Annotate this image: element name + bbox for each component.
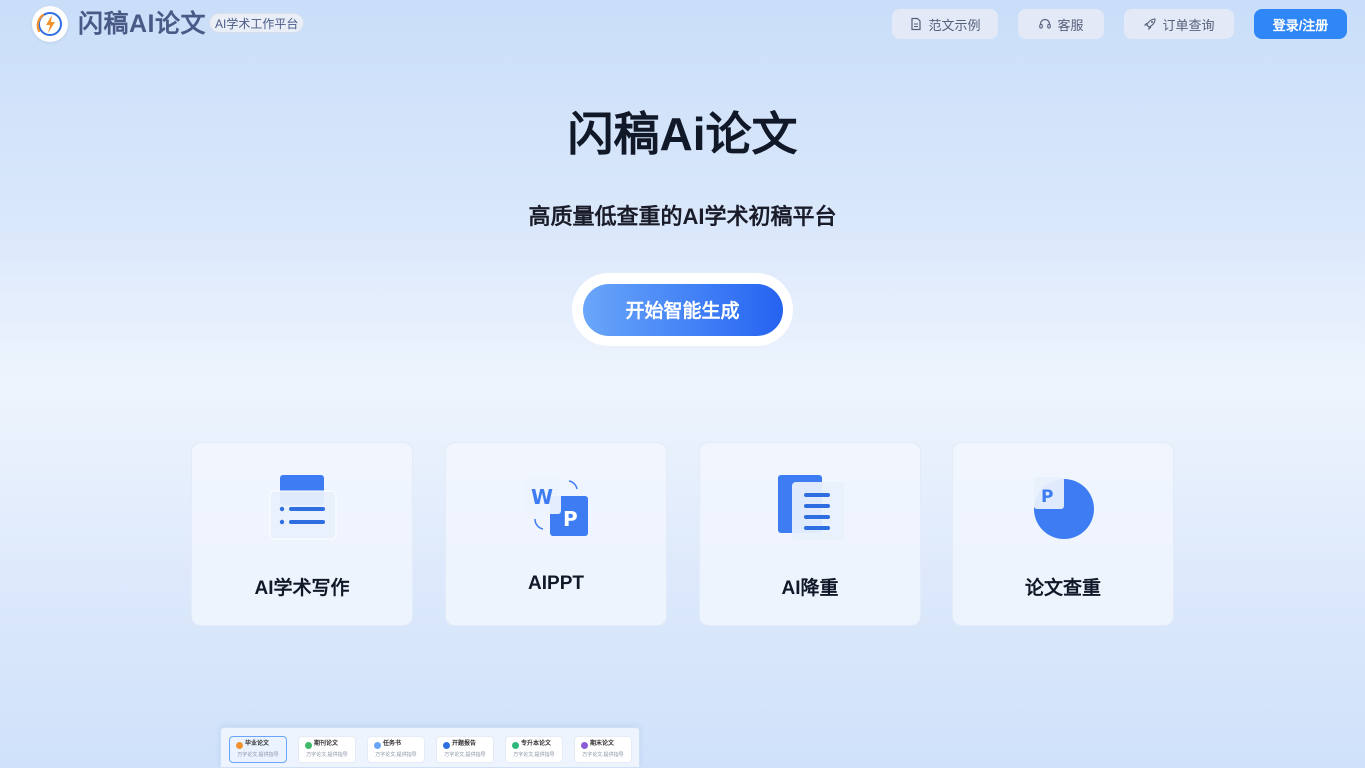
paper-type-title: 开题报告	[452, 741, 477, 747]
feature-card-label: 论文查重	[1024, 578, 1101, 599]
paper-type-title: 毕业论文	[245, 741, 270, 747]
cta-wrapper: 开始智能生成	[572, 273, 793, 346]
paper-type-chip[interactable]: 专升本论文 万字论文,提供指导	[505, 736, 563, 763]
feature-card-aippt[interactable]: P W AIPPT	[445, 442, 667, 626]
feature-card-ai-rewrite[interactable]: AI降重	[699, 442, 921, 626]
hero-title: 闪稿Ai论文	[567, 108, 798, 160]
hero-subtitle: 高质量低查重的AI学术初稿平台	[528, 204, 837, 229]
platform-badge: AI学术工作平台	[209, 13, 305, 33]
nav-label: 订单查询	[1162, 17, 1215, 33]
feature-card-label: AI降重	[781, 578, 839, 599]
writing-doc-icon	[269, 475, 337, 540]
nav-label: 范文示例	[928, 17, 981, 33]
nav-support-button[interactable]: 客服	[1018, 9, 1104, 39]
svg-text:W: W	[531, 485, 553, 509]
paper-type-dot-icon	[581, 742, 588, 749]
paper-type-sub: 万字论文,提供指导	[444, 752, 486, 758]
paper-type-dot-icon	[305, 742, 312, 749]
feature-card-label: AIPPT	[528, 573, 584, 594]
paper-type-dot-icon	[443, 742, 450, 749]
rocket-icon	[1144, 18, 1157, 31]
paper-type-title: 任务书	[383, 741, 402, 747]
feature-card-ai-writing[interactable]: AI学术写作	[191, 442, 413, 626]
paper-type-title: 专升本论文	[521, 741, 552, 747]
paper-type-chip[interactable]: 期刊论文 万字论文,提供指导	[298, 736, 356, 763]
paper-type-dot-icon	[512, 742, 519, 749]
svg-text:P: P	[1041, 487, 1053, 507]
document-icon	[911, 17, 922, 31]
pie-check-icon: P	[1034, 477, 1094, 539]
paper-type-chip[interactable]: 期末论文 万字论文,提供指导	[574, 736, 632, 763]
paper-type-title: 期末论文	[590, 741, 615, 747]
svg-text:P: P	[563, 507, 578, 531]
paper-type-sub: 万字论文,提供指导	[375, 752, 417, 758]
paper-type-chip[interactable]: 开题报告 万字论文,提供指导	[436, 736, 494, 763]
paper-type-sub: 万字论文,提供指导	[582, 752, 624, 758]
feature-card-plagiarism-check[interactable]: P 论文查重	[952, 442, 1174, 626]
paper-type-sub: 万字论文,提供指导	[237, 752, 279, 758]
top-header: 闪稿AI论文 AI学术工作平台 范文示例 客服 订单查询 登录/注册	[0, 0, 1365, 48]
logo-bolt-icon[interactable]	[32, 6, 68, 42]
start-generate-button[interactable]: 开始智能生成	[582, 283, 783, 336]
rewrite-doc-icon	[778, 475, 844, 540]
logo-text[interactable]: 闪稿AI论文	[78, 9, 206, 39]
nav-order-query-button[interactable]: 订单查询	[1124, 9, 1234, 39]
paper-type-dot-icon	[236, 742, 243, 749]
paper-type-title: 期刊论文	[314, 741, 339, 747]
paper-type-chip[interactable]: 任务书 万字论文,提供指导	[367, 736, 425, 763]
word-to-ppt-icon: P W	[525, 478, 588, 536]
paper-type-sub: 万字论文,提供指导	[306, 752, 348, 758]
nav-label: 客服	[1057, 17, 1084, 33]
login-register-button[interactable]: 登录/注册	[1254, 9, 1347, 39]
feature-card-label: AI学术写作	[254, 578, 350, 599]
headset-icon	[1039, 18, 1052, 29]
paper-type-strip: 毕业论文 万字论文,提供指导 期刊论文 万字论文,提供指导 任务书 万字论文,提…	[220, 727, 640, 768]
nav-sample-papers-button[interactable]: 范文示例	[892, 9, 998, 39]
paper-type-chip[interactable]: 毕业论文 万字论文,提供指导	[229, 736, 287, 763]
paper-type-sub: 万字论文,提供指导	[513, 752, 555, 758]
paper-type-dot-icon	[374, 742, 381, 749]
